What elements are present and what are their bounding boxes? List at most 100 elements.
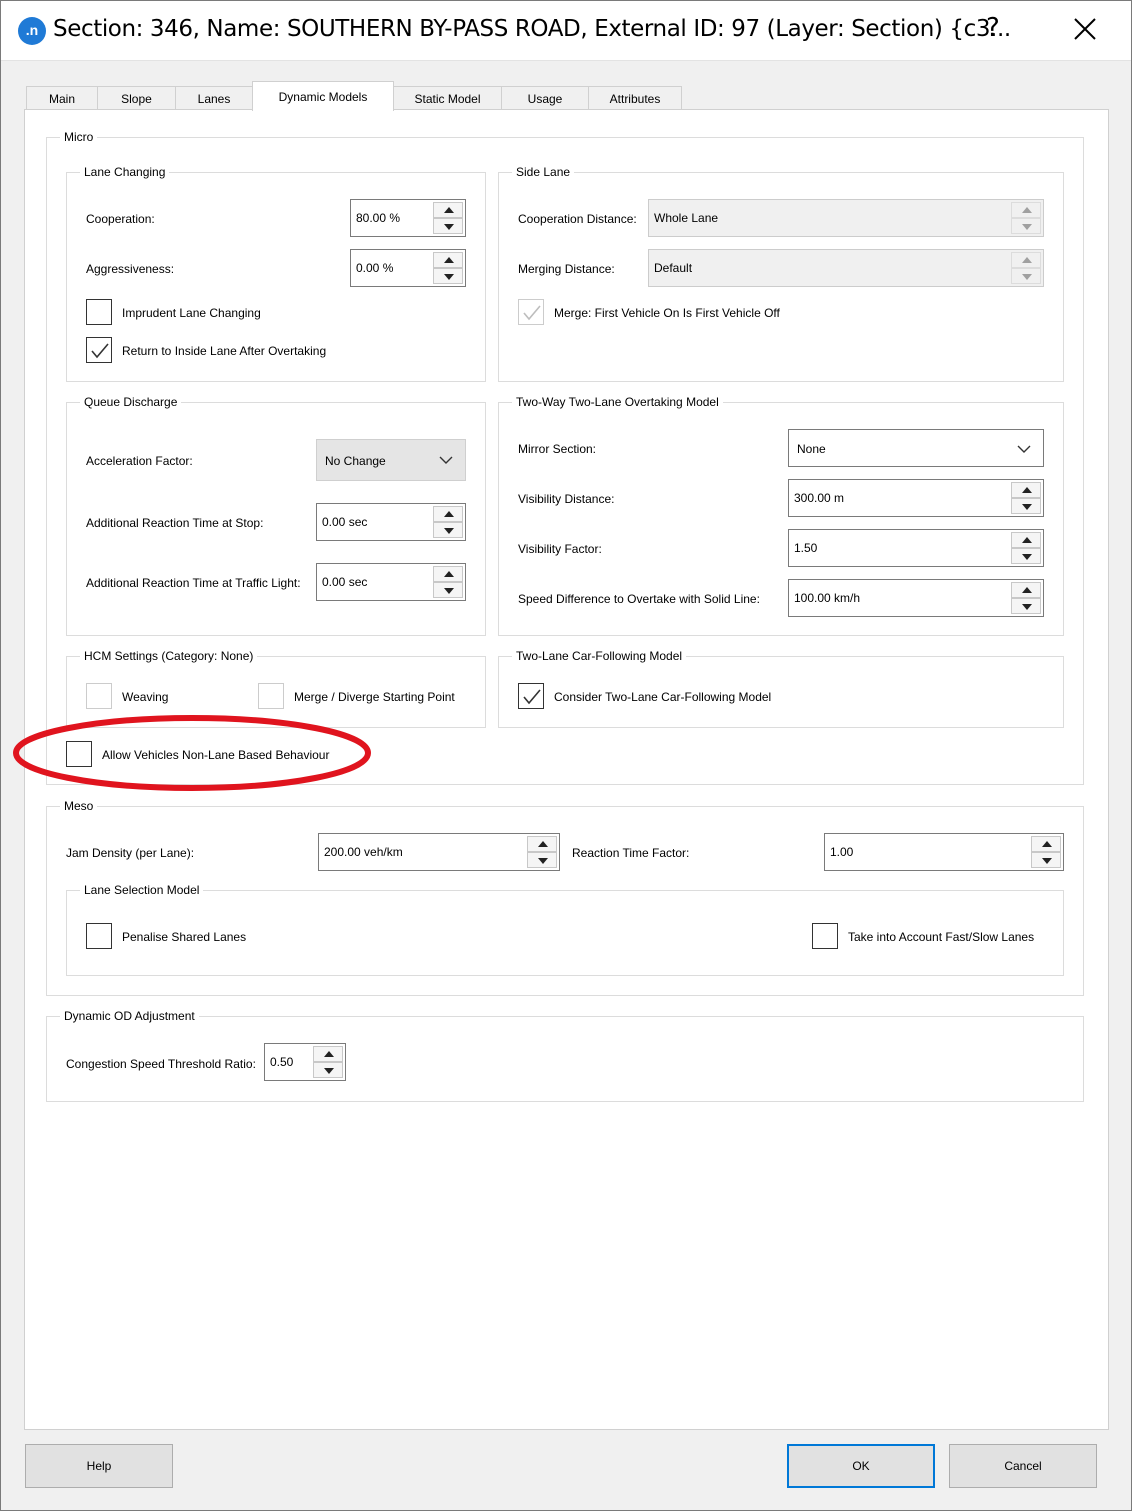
jam-density-spinbox[interactable]: 200.00 veh/km [318, 833, 560, 871]
reaction-stop-spinbox[interactable]: 0.00 sec [316, 503, 466, 541]
reaction-light-spinbox[interactable]: 0.00 sec [316, 563, 466, 601]
cooperation-label: Cooperation: [86, 212, 155, 226]
merging-distance-spinbox: Default [648, 249, 1044, 287]
queue-discharge-title: Queue Discharge [80, 395, 182, 409]
lane-changing-title: Lane Changing [80, 165, 170, 179]
aggressiveness-up-arrow-icon[interactable] [433, 252, 463, 268]
visibility-distance-up-arrow-icon[interactable] [1011, 482, 1041, 498]
visibility-distance-value: 300.00 m [794, 491, 845, 505]
cooperation-spinbox[interactable]: 80.00 % [350, 199, 466, 237]
cancel-button[interactable]: Cancel [949, 1444, 1097, 1488]
tab-attributes[interactable]: Attributes [588, 86, 682, 110]
reaction-stop-down-arrow-icon[interactable] [433, 522, 463, 538]
visibility-factor-down-arrow-icon[interactable] [1011, 548, 1041, 564]
merge-first-vehicle-checkbox [518, 299, 544, 325]
congestion-ratio-label: Congestion Speed Threshold Ratio: [66, 1057, 256, 1071]
meso-group-title: Meso [60, 799, 98, 813]
congestion-ratio-spinbox[interactable]: 0.50 [264, 1043, 346, 1081]
help-button[interactable]: Help [25, 1444, 173, 1488]
tab-slope[interactable]: Slope [97, 86, 176, 110]
acceleration-factor-select[interactable]: No Change [316, 439, 466, 481]
reaction-light-label: Additional Reaction Time at Traffic Ligh… [86, 576, 301, 590]
aggressiveness-down-arrow-icon[interactable] [433, 268, 463, 284]
reaction-factor-down-arrow-icon[interactable] [1031, 852, 1061, 868]
reaction-light-up-arrow-icon[interactable] [433, 566, 463, 582]
reaction-stop-up-arrow-icon[interactable] [433, 506, 463, 522]
micro-group-title: Micro [60, 130, 98, 144]
merging-distance-down-arrow-icon [1011, 268, 1041, 284]
jam-density-up-arrow-icon[interactable] [527, 836, 557, 852]
imprudent-lane-changing-checkbox[interactable] [86, 299, 112, 325]
consider-car-following-label: Consider Two-Lane Car-Following Model [554, 690, 772, 704]
speed-difference-value: 100.00 km/h [794, 591, 861, 605]
reaction-factor-spinbox[interactable]: 1.00 [824, 833, 1064, 871]
visibility-distance-spinbox[interactable]: 300.00 m [788, 479, 1044, 517]
close-icon[interactable] [1069, 13, 1101, 45]
aggressiveness-label: Aggressiveness: [86, 262, 175, 276]
app-icon: .n [18, 17, 46, 45]
speed-difference-spinbox[interactable]: 100.00 km/h [788, 579, 1044, 617]
cooperation-up-arrow-icon[interactable] [433, 202, 463, 218]
penalise-shared-lanes-label: Penalise Shared Lanes [122, 930, 247, 944]
checkmark-icon [523, 305, 541, 321]
tab-static-model[interactable]: Static Model [393, 86, 502, 110]
jam-density-down-arrow-icon[interactable] [527, 852, 557, 868]
penalise-shared-lanes-checkbox[interactable] [86, 923, 112, 949]
return-inside-lane-checkbox[interactable] [86, 337, 112, 363]
mirror-section-value: None [797, 442, 826, 456]
aggressiveness-spinbox[interactable]: 0.00 % [350, 249, 466, 287]
reaction-light-down-arrow-icon[interactable] [433, 582, 463, 598]
reaction-light-value: 0.00 sec [322, 575, 368, 589]
visibility-factor-spinbox[interactable]: 1.50 [788, 529, 1044, 567]
od-adjustment-title: Dynamic OD Adjustment [60, 1009, 199, 1023]
tab-main[interactable]: Main [26, 86, 98, 110]
help-question-button[interactable]: ? [986, 13, 1000, 43]
coop-distance-label: Cooperation Distance: [518, 212, 637, 226]
weaving-checkbox [86, 683, 112, 709]
chevron-down-icon [439, 456, 453, 464]
coop-distance-up-arrow-icon [1011, 202, 1041, 218]
overtaking-model-title: Two-Way Two-Lane Overtaking Model [512, 395, 723, 409]
reaction-stop-value: 0.00 sec [322, 515, 368, 529]
merging-distance-value: Default [654, 261, 693, 275]
visibility-factor-value: 1.50 [794, 541, 818, 555]
coop-distance-down-arrow-icon [1011, 218, 1041, 234]
cooperation-down-arrow-icon[interactable] [433, 218, 463, 234]
speed-difference-label: Speed Difference to Overtake with Solid … [518, 592, 760, 606]
hcm-settings-title: HCM Settings (Category: None) [80, 649, 258, 663]
coop-distance-value: Whole Lane [654, 211, 719, 225]
tab-dynamic-models[interactable]: Dynamic Models [252, 81, 394, 111]
reaction-stop-label: Additional Reaction Time at Stop: [86, 516, 264, 530]
fast-slow-lanes-label: Take into Account Fast/Slow Lanes [848, 930, 1035, 944]
congestion-ratio-value: 0.50 [270, 1055, 294, 1069]
mirror-section-select[interactable]: None [788, 429, 1044, 467]
speed-difference-down-arrow-icon[interactable] [1011, 598, 1041, 614]
chevron-down-icon [1017, 445, 1031, 453]
visibility-distance-down-arrow-icon[interactable] [1011, 498, 1041, 514]
visibility-factor-label: Visibility Factor: [518, 542, 602, 556]
speed-difference-up-arrow-icon[interactable] [1011, 582, 1041, 598]
imprudent-lane-changing-label: Imprudent Lane Changing [122, 306, 261, 320]
acceleration-factor-value: No Change [325, 454, 386, 468]
ok-button[interactable]: OK [787, 1444, 935, 1488]
congestion-ratio-down-arrow-icon[interactable] [313, 1062, 343, 1078]
aggressiveness-value: 0.00 % [356, 261, 394, 275]
congestion-ratio-up-arrow-icon[interactable] [313, 1046, 343, 1062]
merge-diverge-label: Merge / Diverge Starting Point [294, 690, 455, 704]
return-inside-lane-label: Return to Inside Lane After Overtaking [122, 344, 327, 358]
window-title: Section: 346, Name: SOUTHERN BY-PASS ROA… [53, 16, 1011, 42]
checkmark-icon [91, 343, 109, 359]
tab-lanes[interactable]: Lanes [175, 86, 253, 110]
highlight-annotation [13, 715, 371, 791]
reaction-factor-value: 1.00 [830, 845, 854, 859]
fast-slow-lanes-checkbox[interactable] [812, 923, 838, 949]
dialog-window: .n Section: 346, Name: SOUTHERN BY-PASS … [0, 0, 1132, 1511]
consider-car-following-checkbox[interactable] [518, 683, 544, 709]
reaction-factor-label: Reaction Time Factor: [572, 846, 690, 860]
tab-usage[interactable]: Usage [501, 86, 589, 110]
jam-density-label: Jam Density (per Lane): [66, 846, 195, 860]
coop-distance-spinbox: Whole Lane [648, 199, 1044, 237]
visibility-factor-up-arrow-icon[interactable] [1011, 532, 1041, 548]
reaction-factor-up-arrow-icon[interactable] [1031, 836, 1061, 852]
checkmark-icon [523, 689, 541, 705]
